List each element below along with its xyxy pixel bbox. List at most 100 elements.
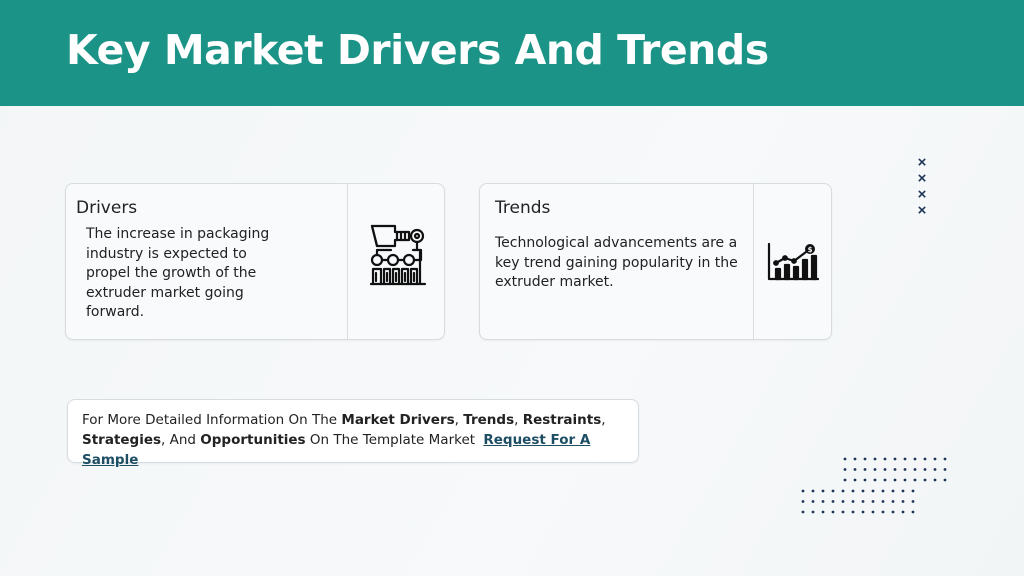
decorative-dot bbox=[891, 489, 895, 493]
decorative-dot bbox=[933, 478, 937, 482]
decorative-dot bbox=[883, 468, 887, 471]
decorative-dot bbox=[831, 500, 835, 503]
decorative-dot bbox=[841, 510, 845, 514]
decorative-dot bbox=[901, 510, 905, 514]
decorative-dot bbox=[821, 489, 825, 493]
decorative-dot bbox=[903, 457, 907, 461]
decorative-dot bbox=[923, 478, 927, 482]
decorative-dot bbox=[911, 489, 915, 493]
decorative-dot bbox=[801, 510, 805, 514]
decorative-dot bbox=[861, 489, 865, 493]
growth-chart-icon: $ bbox=[766, 242, 820, 287]
decorative-dot bbox=[903, 478, 907, 482]
decorative-x-marks: × × × × bbox=[914, 155, 930, 219]
info-separator: , bbox=[454, 412, 464, 428]
decorative-dot bbox=[943, 457, 947, 461]
trends-title: Trends bbox=[495, 198, 551, 218]
decorative-dot bbox=[903, 468, 907, 471]
decorative-dot bbox=[881, 510, 885, 514]
info-market-drivers: Market Drivers bbox=[341, 412, 455, 428]
drivers-title: Drivers bbox=[76, 198, 138, 218]
decorative-dot bbox=[933, 457, 937, 461]
decorative-dot bbox=[863, 468, 867, 471]
decorative-dot-grid bbox=[800, 488, 922, 518]
decorative-dot bbox=[893, 468, 897, 471]
drivers-text: The increase in packaging industry is ex… bbox=[86, 226, 270, 320]
decorative-dot bbox=[881, 489, 885, 493]
decorative-dot bbox=[893, 478, 897, 482]
decorative-dot bbox=[863, 457, 867, 461]
decorative-dot bbox=[821, 510, 825, 514]
decorative-dot bbox=[853, 478, 857, 482]
decorative-dot bbox=[933, 468, 937, 471]
decorative-dot bbox=[831, 489, 835, 493]
decorative-dot bbox=[891, 510, 895, 514]
decorative-dot bbox=[873, 478, 877, 482]
decorative-dot bbox=[943, 478, 947, 482]
decorative-dot bbox=[913, 468, 917, 471]
x-mark-icon: × bbox=[917, 202, 927, 219]
decorative-dot bbox=[811, 500, 815, 503]
decorative-dot bbox=[871, 500, 875, 503]
decorative-dot bbox=[881, 500, 885, 503]
info-restraints: Restraints bbox=[522, 412, 602, 428]
decorative-dot bbox=[853, 468, 857, 471]
decorative-dot bbox=[911, 510, 915, 514]
decorative-dot bbox=[801, 489, 805, 493]
info-strategies: Strategies bbox=[82, 432, 162, 448]
decorative-dot bbox=[801, 500, 805, 503]
decorative-dot bbox=[851, 489, 855, 493]
decorative-dot bbox=[843, 468, 847, 471]
decorative-dot bbox=[843, 478, 847, 482]
decorative-dot bbox=[841, 500, 845, 503]
info-separator: , And bbox=[161, 432, 201, 448]
decorative-dot bbox=[831, 510, 835, 514]
decorative-dot bbox=[911, 500, 915, 503]
info-text: For More Detailed Information On The bbox=[82, 412, 342, 428]
page-title: Key Market Drivers And Trends bbox=[66, 26, 769, 74]
decorative-dot bbox=[851, 500, 855, 503]
info-separator: , bbox=[601, 412, 606, 428]
decorative-dot bbox=[893, 457, 897, 461]
decorative-dot bbox=[871, 489, 875, 493]
decorative-dot-grid bbox=[842, 456, 952, 486]
decorative-dot bbox=[811, 510, 815, 514]
decorative-dot bbox=[901, 489, 905, 493]
x-mark-icon: × bbox=[917, 154, 927, 171]
decorative-dot bbox=[871, 510, 875, 514]
card-divider bbox=[753, 184, 754, 339]
decorative-dot bbox=[913, 457, 917, 461]
decorative-dot bbox=[891, 500, 895, 503]
decorative-dot bbox=[861, 500, 865, 503]
decorative-dot bbox=[873, 468, 877, 471]
svg-text:$: $ bbox=[808, 246, 813, 254]
decorative-dot bbox=[863, 478, 867, 482]
decorative-dot bbox=[853, 457, 857, 461]
decorative-dot bbox=[943, 468, 947, 471]
decorative-dot bbox=[851, 510, 855, 514]
decorative-dot bbox=[883, 457, 887, 461]
more-info-box: For More Detailed Information On The Mar… bbox=[67, 399, 639, 468]
x-mark-icon: × bbox=[917, 186, 927, 203]
decorative-dot bbox=[923, 457, 927, 461]
decorative-dot bbox=[873, 457, 877, 461]
decorative-dot bbox=[821, 500, 825, 503]
decorative-dot bbox=[811, 489, 815, 493]
header-bar: Key Market Drivers And Trends bbox=[0, 0, 1024, 106]
trends-card: Trends Technological advancements are a … bbox=[479, 183, 832, 340]
decorative-dot bbox=[861, 510, 865, 514]
info-separator: , bbox=[514, 412, 523, 428]
decorative-dot bbox=[843, 457, 847, 461]
trends-text: Technological advancements are a key tre… bbox=[495, 235, 738, 290]
decorative-dot bbox=[901, 500, 905, 503]
decorative-dot bbox=[913, 478, 917, 482]
info-suffix: On The Template Market bbox=[305, 432, 480, 448]
info-trends: Trends bbox=[463, 412, 515, 428]
x-mark-icon: × bbox=[917, 170, 927, 187]
decorative-dot bbox=[841, 489, 845, 493]
decorative-dot bbox=[923, 468, 927, 471]
decorative-dot bbox=[883, 478, 887, 482]
industrial-machine-icon bbox=[369, 222, 427, 291]
card-divider bbox=[347, 184, 348, 339]
drivers-card: Drivers The increase in packaging indust… bbox=[65, 183, 445, 340]
